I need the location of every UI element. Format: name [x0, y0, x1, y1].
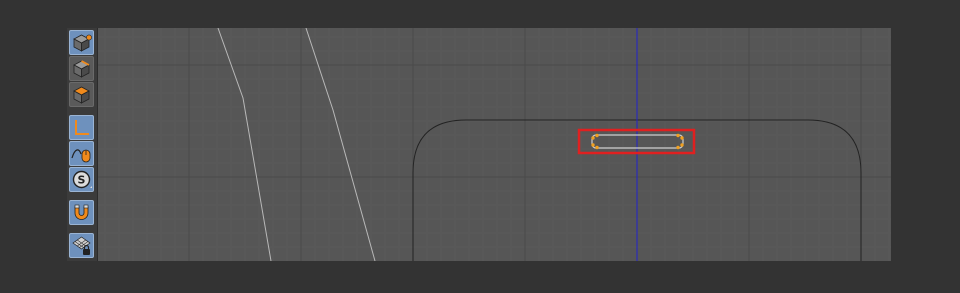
polygon-mode-button[interactable]	[69, 82, 94, 107]
grid-lock-icon	[72, 236, 91, 255]
spline-mouse-icon	[71, 149, 91, 163]
editor-frame: S	[67, 28, 891, 261]
viewport-drawing	[98, 28, 891, 261]
snapping-button[interactable]: S	[69, 167, 94, 192]
spline-handle[interactable]	[591, 143, 595, 147]
edge-mode-button[interactable]	[69, 56, 94, 81]
axis-angle-icon	[75, 120, 89, 135]
cube-edge-icon	[73, 60, 90, 78]
tweak-mode-button[interactable]	[69, 141, 94, 166]
magnet-icon	[74, 204, 89, 220]
magnet-button[interactable]	[69, 200, 94, 225]
grid-lock-button[interactable]	[69, 233, 94, 258]
spline-handle[interactable]	[595, 145, 599, 150]
cube-vertex-icon	[73, 34, 92, 52]
cube-face-icon	[73, 86, 90, 104]
spline-handle[interactable]	[680, 143, 684, 147]
viewport-canvas[interactable]	[98, 28, 891, 261]
snap-s-icon: S	[72, 170, 92, 189]
spline-handle[interactable]	[595, 133, 599, 138]
left-toolbar: S	[67, 28, 98, 261]
spline-handle[interactable]	[680, 136, 684, 140]
spline-handle[interactable]	[676, 145, 680, 150]
point-mode-button[interactable]	[69, 30, 94, 55]
axis-mode-button[interactable]	[69, 115, 94, 140]
svg-text:S: S	[78, 174, 86, 187]
spline-handle[interactable]	[591, 136, 595, 140]
spline-handle[interactable]	[676, 133, 680, 138]
